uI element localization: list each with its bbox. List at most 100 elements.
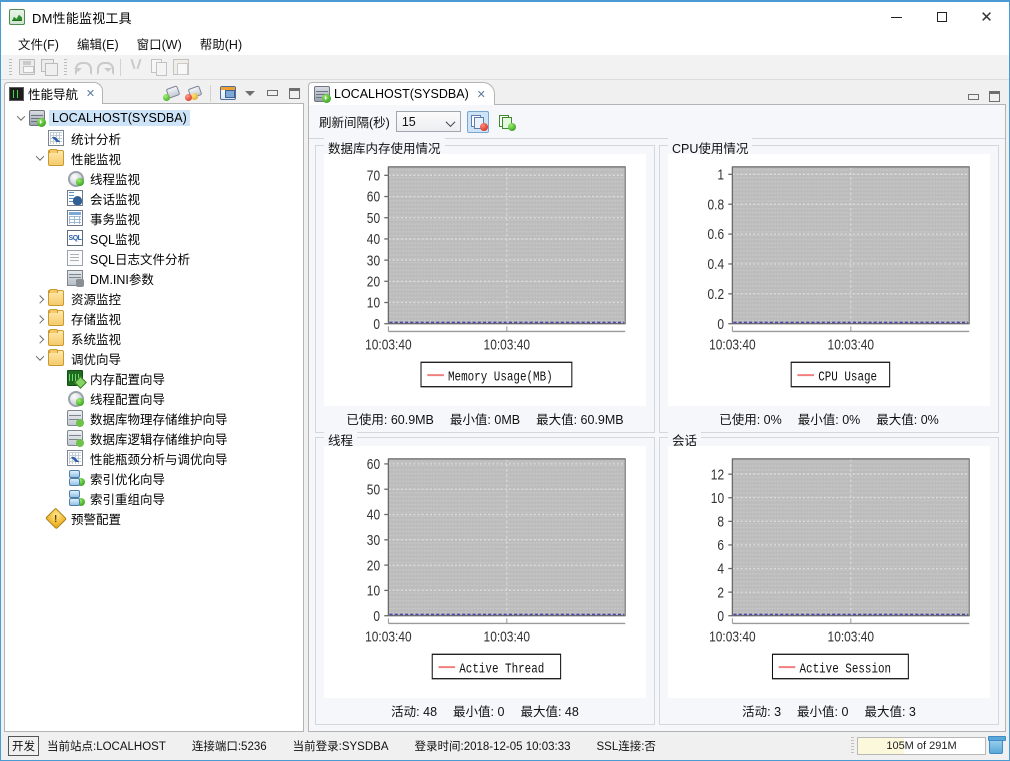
tab-localhost-sysdba[interactable]: LOCALHOST(SYSDBA) ✕ <box>308 82 495 105</box>
tree-item-label: 会话监视 <box>90 192 141 207</box>
maximize-button[interactable] <box>919 2 964 32</box>
main-toolbar <box>1 55 1009 80</box>
minimize-view-button[interactable] <box>262 84 282 102</box>
view-menu-button[interactable] <box>240 84 260 102</box>
tree-item[interactable]: 系统监视 <box>5 328 303 348</box>
minimize-editor-icon[interactable] <box>968 93 979 100</box>
refresh-interval-select[interactable]: 15 <box>395 111 461 132</box>
tree-item-label: DM.INI参数 <box>90 272 154 287</box>
minimize-button[interactable] <box>874 2 919 32</box>
chart-summary-item: 最小值: 0% <box>798 409 861 428</box>
refresh-interval-value: 15 <box>401 114 416 129</box>
menu-edit[interactable]: 编辑(E) <box>68 32 128 55</box>
tree-item[interactable]: 性能监视 <box>5 148 303 168</box>
connect-icon <box>163 86 179 101</box>
heap-status[interactable]: 105M of 291M <box>851 736 1006 756</box>
chevron-right-icon[interactable] <box>32 310 48 326</box>
chart-summary-value: 48 <box>561 704 579 719</box>
tree-item-label: 调优向导 <box>71 352 122 367</box>
tree-item[interactable]: 性能瓶颈分析与调优向导 <box>5 448 303 468</box>
connect-button[interactable] <box>161 84 181 102</box>
redo-button[interactable] <box>93 57 115 78</box>
chart-canvas[interactable]: 0 0.2 0.4 0.6 0.8 1 10:03:40 10:03:40 CPU Usage <box>668 154 990 406</box>
chart-summary-label: 最大值: <box>876 412 918 427</box>
menu-file[interactable]: 文件(F) <box>9 32 68 55</box>
svg-text:0.2: 0.2 <box>707 286 724 303</box>
tree-item[interactable]: 数据库逻辑存储维护向导 <box>5 428 303 448</box>
menu-window[interactable]: 窗口(W) <box>128 32 191 55</box>
start-refresh-button[interactable] <box>495 111 517 133</box>
save-icon <box>19 59 35 75</box>
svg-text:0.8: 0.8 <box>707 196 724 213</box>
chart-summary-item: 最大值: 0% <box>876 409 939 428</box>
tree-item[interactable]: 会话监视 <box>5 188 303 208</box>
maximize-icon <box>936 12 947 22</box>
copy-button[interactable] <box>148 57 170 78</box>
toolbar-grip[interactable] <box>9 58 12 76</box>
navigator-tab-close-icon[interactable]: ✕ <box>85 88 96 99</box>
stop-refresh-button[interactable] <box>466 110 489 133</box>
tree-item[interactable]: SQL SQL监视 <box>5 228 303 248</box>
tree-item-label: 存储监视 <box>71 312 122 327</box>
editor-area: LOCALHOST(SYSDBA) ✕ 刷新间隔(秒) 15 数据库内存使用情况… <box>306 80 1009 732</box>
ini-settings-icon <box>67 270 84 287</box>
tree-item[interactable]: DM.INI参数 <box>5 268 303 288</box>
tree-item[interactable]: 统计分析 <box>5 128 303 148</box>
chart-summary: 活动: 48 最小值: 0 最大值: 48 <box>324 698 646 720</box>
tree-item[interactable]: 数据库物理存储维护向导 <box>5 408 303 428</box>
chart-canvas[interactable]: 0 10 20 30 40 50 60 10:03:40 10:03:40 Active Thre… <box>324 446 646 698</box>
tree-item[interactable]: 资源监控 <box>5 288 303 308</box>
cut-button[interactable] <box>126 57 148 78</box>
tree-item[interactable]: 线程监视 <box>5 168 303 188</box>
tree-item-label: 内存配置向导 <box>90 372 166 387</box>
index-icon <box>67 470 85 486</box>
tree-item[interactable]: 索引优化向导 <box>5 468 303 488</box>
tree-item[interactable]: 调优向导 <box>5 348 303 368</box>
chart-panel: 数据库内存使用情况 0 10 20 30 40 50 60 70 10:03:40 10:03:40… <box>315 138 655 433</box>
chart-canvas[interactable]: 0 2 4 6 8 10 12 10:03:40 10:03:40 Active Session <box>668 446 990 698</box>
maximize-view-button[interactable] <box>284 84 304 102</box>
tree-item[interactable]: 线程配置向导 <box>5 388 303 408</box>
tree-item-label: 线程配置向导 <box>90 392 166 407</box>
chart-summary-value: 0% <box>838 412 861 427</box>
svg-text:0.4: 0.4 <box>707 256 724 273</box>
chevron-down-icon[interactable] <box>13 110 29 126</box>
disconnect-button[interactable] <box>183 84 203 102</box>
chart-panel: 会话 0 2 4 6 8 10 12 10:03:40 10:03:40 Active Sessio… <box>659 430 999 725</box>
chevron-down-icon[interactable] <box>32 150 48 166</box>
menu-help[interactable]: 帮助(H) <box>191 32 251 55</box>
svg-text:10:03:40: 10:03:40 <box>828 336 874 353</box>
chart-canvas[interactable]: 0 10 20 30 40 50 60 70 10:03:40 10:03:40 Memory Us… <box>324 154 646 406</box>
tree-item[interactable]: 预警配置 <box>5 507 303 530</box>
svg-text:60: 60 <box>367 456 380 473</box>
paste-button[interactable] <box>170 57 192 78</box>
tree-item[interactable]: 存储监视 <box>5 308 303 328</box>
workbench-body: 性能导航 ✕ LOCALHOST(SYSDBA) 统计分析 性能监视 线程监视会话监视… <box>1 80 1009 732</box>
undo-button[interactable] <box>71 57 93 78</box>
tree-item[interactable]: 内存配置向导 <box>5 368 303 389</box>
close-button[interactable]: ✕ <box>964 2 1009 32</box>
save-button[interactable] <box>16 57 38 78</box>
chart-panel: 线程 0 10 20 30 40 50 60 10:03:40 10:03:40 Active Th… <box>315 430 655 725</box>
warning-icon <box>45 507 67 530</box>
trash-icon[interactable] <box>988 736 1006 754</box>
chevron-right-icon[interactable] <box>32 330 48 346</box>
tab-performance-navigator[interactable]: 性能导航 ✕ <box>4 82 104 104</box>
toolbar-grip-2[interactable] <box>64 58 67 76</box>
save-all-button[interactable] <box>38 57 60 78</box>
editor-tab-close-icon[interactable]: ✕ <box>476 89 487 100</box>
tree-item[interactable]: SQL日志文件分析 <box>5 248 303 268</box>
heap-bar: 105M of 291M <box>857 737 986 755</box>
maximize-editor-icon[interactable] <box>989 91 1000 102</box>
status-port: 连接端口:5236 <box>191 741 267 753</box>
tree-item[interactable]: LOCALHOST(SYSDBA) <box>5 108 303 128</box>
tree-item[interactable]: 事务监视 <box>5 208 303 228</box>
navigator-tree[interactable]: LOCALHOST(SYSDBA) 统计分析 性能监视 线程监视 会话监视 事务监视 SQL… <box>4 103 304 732</box>
chevron-down-icon[interactable] <box>32 350 48 366</box>
chevron-right-icon[interactable] <box>32 290 48 306</box>
tree-item-label: SQL监视 <box>90 232 141 247</box>
document-icon <box>67 250 83 266</box>
tree-item[interactable]: 索引重组向导 <box>5 488 303 508</box>
gear-icon <box>67 390 84 407</box>
link-with-editor-button[interactable] <box>218 84 238 102</box>
